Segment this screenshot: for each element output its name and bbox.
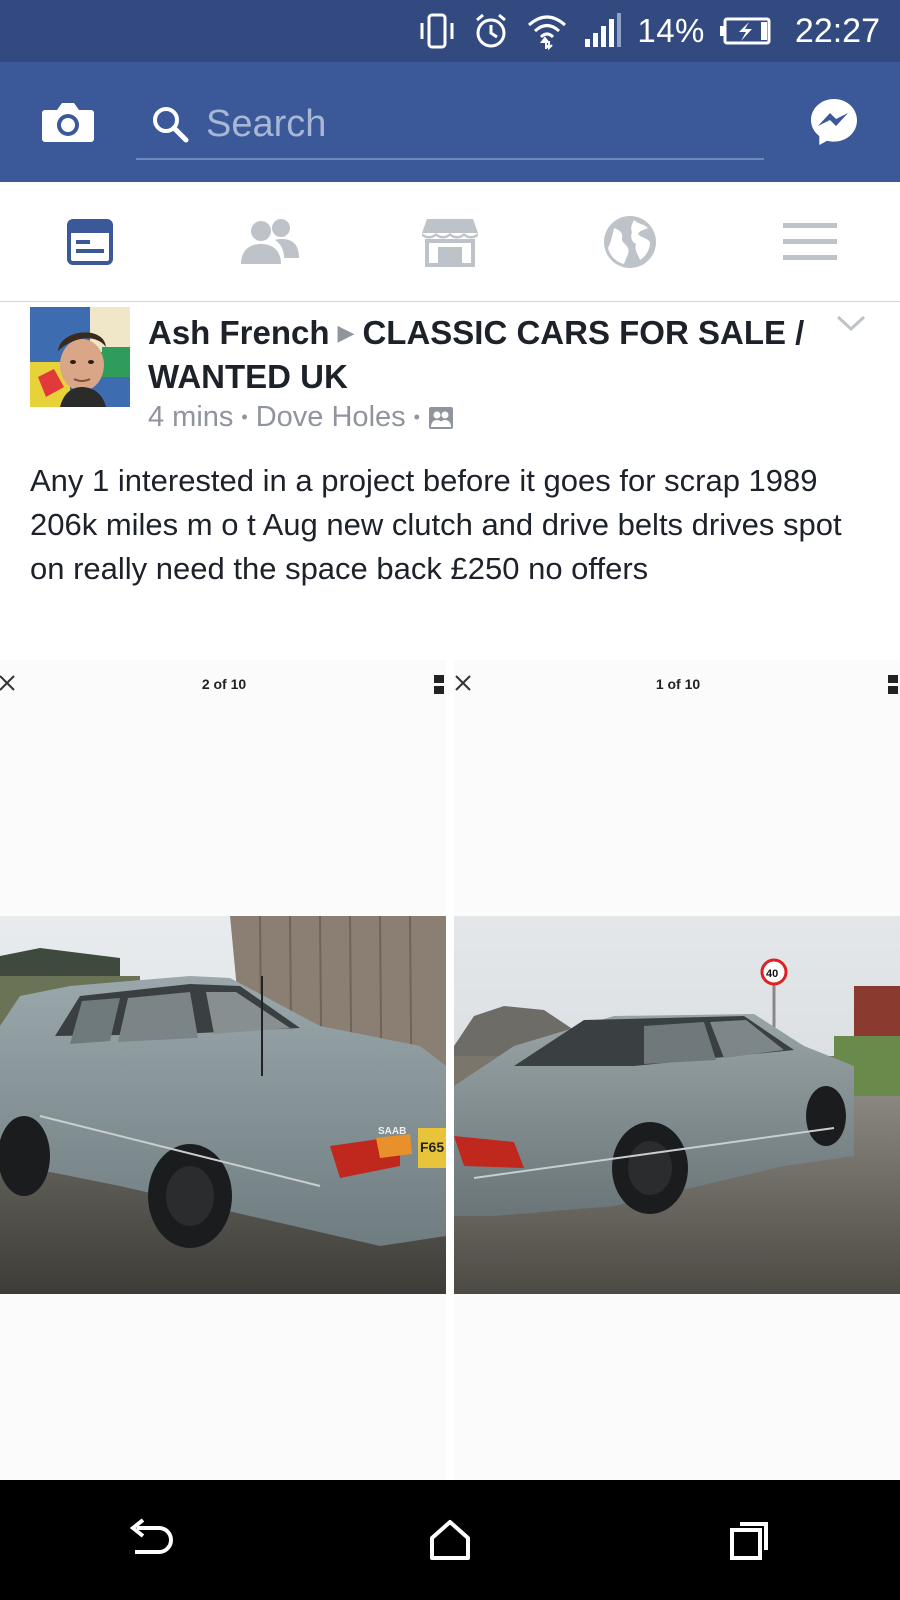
menu-icon xyxy=(783,222,837,260)
tab-marketplace[interactable] xyxy=(360,182,540,301)
car-photo-rear-left: F65 SAAB xyxy=(0,916,446,1294)
tab-menu[interactable] xyxy=(720,182,900,301)
messenger-icon xyxy=(811,99,857,145)
post-photo-1[interactable]: 2 of 10 F65 SAAB xyxy=(0,660,446,1480)
photo-topbar: 2 of 10 xyxy=(0,660,446,710)
tab-friends[interactable] xyxy=(180,182,360,301)
post-photo-2[interactable]: 1 of 10 40 xyxy=(454,660,900,1480)
back-icon xyxy=(129,1518,173,1554)
arrow-right-icon: ▶ xyxy=(337,320,355,345)
post-text: Any 1 interested in a project before it … xyxy=(30,463,842,586)
close-icon xyxy=(0,675,15,691)
saab-badge: SAAB xyxy=(378,1126,406,1137)
signal-icon xyxy=(583,0,623,62)
android-nav-bar xyxy=(0,1480,900,1600)
messenger-button[interactable] xyxy=(806,94,862,150)
search-input[interactable] xyxy=(196,102,764,146)
alarm-icon xyxy=(471,0,511,62)
search-icon xyxy=(144,98,196,150)
more-icon xyxy=(434,675,444,694)
separator-dot: • xyxy=(241,407,248,427)
notifications-globe-icon xyxy=(604,215,656,268)
news-feed-icon xyxy=(67,218,113,265)
car-photo-rear-right: 40 xyxy=(454,916,900,1294)
photo-counter: 1 of 10 xyxy=(655,676,701,692)
recents-icon xyxy=(730,1522,768,1560)
home-icon xyxy=(430,1520,470,1560)
close-icon xyxy=(455,675,471,691)
tab-news-feed[interactable] xyxy=(0,182,180,301)
search-box[interactable] xyxy=(136,90,764,160)
speed-sign: 40 xyxy=(766,968,778,980)
post-time[interactable]: 4 mins xyxy=(148,401,233,434)
post-meta: 4 mins • Dove Holes • xyxy=(148,401,454,434)
photo-topbar: 1 of 10 xyxy=(454,660,900,710)
status-icons: 14% 22:27 xyxy=(417,0,880,62)
tab-notifications[interactable] xyxy=(540,182,720,301)
recents-button[interactable] xyxy=(710,1500,790,1580)
separator-dot: • xyxy=(413,407,420,427)
camera-icon xyxy=(42,103,94,142)
photo-counter: 2 of 10 xyxy=(201,676,247,692)
camera-button[interactable] xyxy=(38,92,98,152)
marketplace-icon xyxy=(422,218,478,267)
battery-percent: 14% xyxy=(637,12,705,49)
friends-icon xyxy=(241,218,299,264)
home-button[interactable] xyxy=(410,1500,490,1580)
license-plate: F65 xyxy=(420,1139,444,1155)
more-icon xyxy=(888,675,898,694)
post-location[interactable]: Dove Holes xyxy=(256,401,406,434)
clock: 22:27 xyxy=(794,11,880,50)
app-header xyxy=(0,62,900,182)
vibrate-icon xyxy=(417,0,457,62)
post-author[interactable]: Ash French xyxy=(148,314,330,351)
status-bar: 14% 22:27 xyxy=(0,0,900,62)
back-button[interactable] xyxy=(110,1500,190,1580)
avatar[interactable] xyxy=(30,307,130,407)
group-privacy-icon xyxy=(428,406,453,429)
post-header: Ash French ▶ CLASSIC CARS FOR SALE / WANTE… xyxy=(148,311,818,399)
wifi-icon xyxy=(525,0,569,62)
nav-tabs xyxy=(0,182,900,302)
chevron-down-icon[interactable] xyxy=(834,311,868,335)
battery-charging-icon xyxy=(719,0,771,62)
post-photos: 2 of 10 F65 SAAB 1 of 10 40 xyxy=(0,660,900,1480)
